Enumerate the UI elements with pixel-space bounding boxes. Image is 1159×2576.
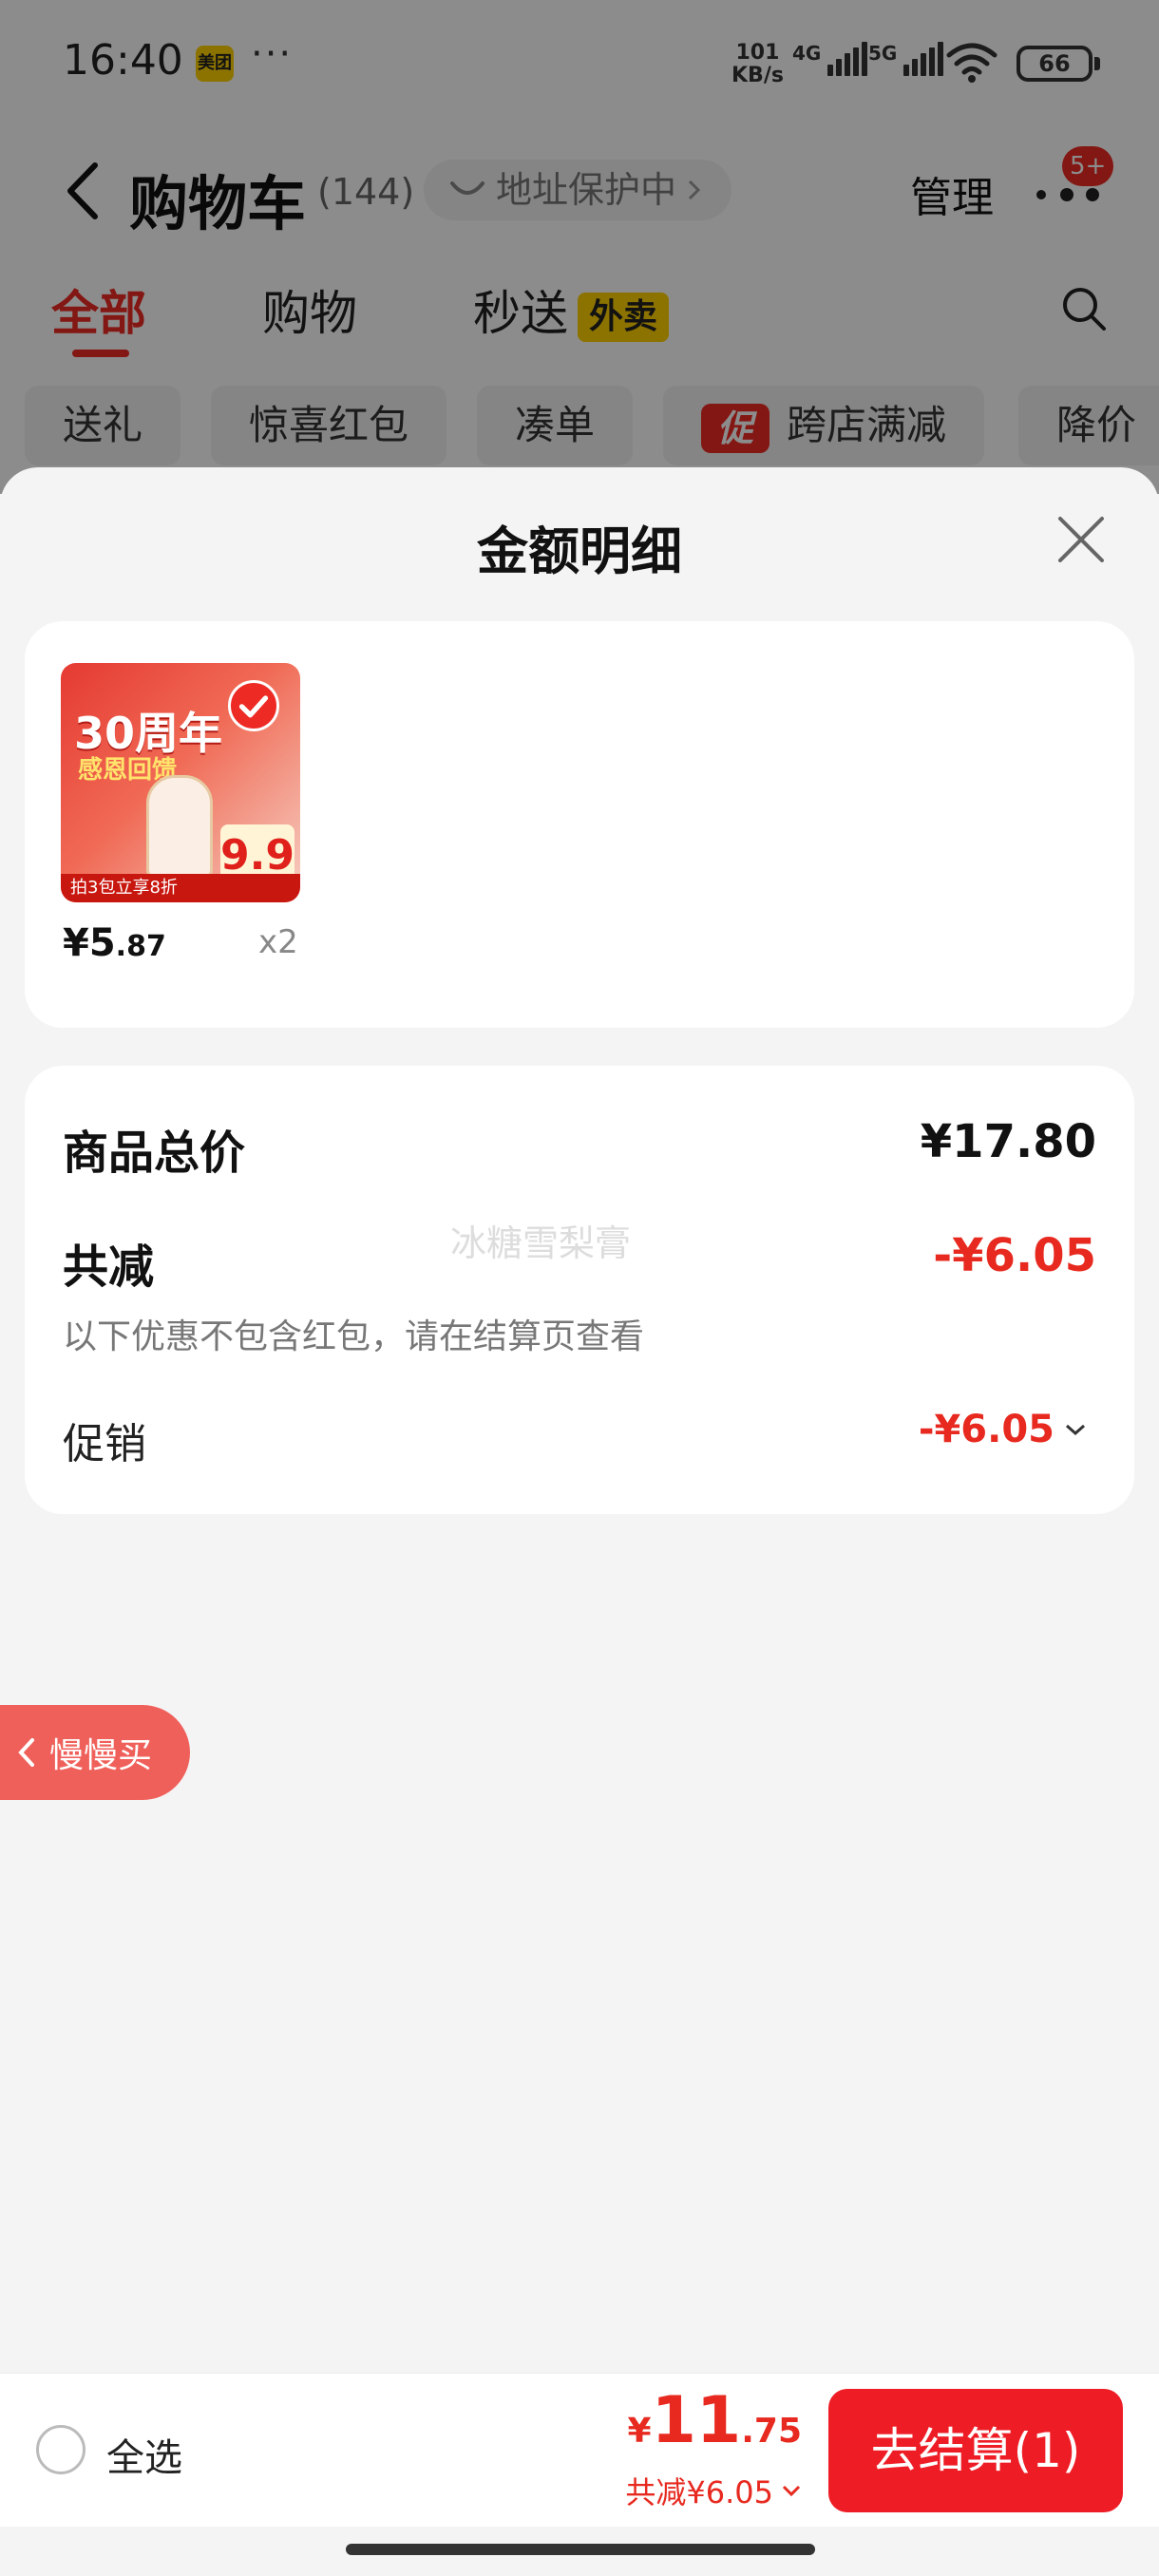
- home-indicator[interactable]: [346, 2544, 815, 2555]
- product-unit-price: ¥5.87: [63, 921, 166, 965]
- checkout-bar: 全选 ¥11.75 共减¥6.05 去结算(1): [0, 2373, 1159, 2527]
- product-quantity: x2: [258, 923, 298, 961]
- product-card: 30周年 感恩回馈 9.9 拍3包立享8折 ¥5.87 x2: [25, 621, 1134, 1028]
- promotion-value: -¥6.05: [918, 1408, 1054, 1451]
- discount-hint: 以下优惠不包含红包，请在结算页查看: [63, 1317, 645, 1356]
- close-icon[interactable]: [1053, 511, 1110, 568]
- chevron-left-icon: [18, 1738, 34, 1767]
- modal-overlay[interactable]: [0, 0, 1159, 494]
- select-all-label[interactable]: 全选: [106, 2427, 182, 2482]
- product-price-dec: .87: [115, 930, 166, 963]
- discount-value: -¥6.05: [933, 1229, 1096, 1282]
- promotion-value-toggle[interactable]: -¥6.05: [919, 1408, 1087, 1451]
- price-summary-card: 商品总价 ¥17.80 冰糖雪梨膏 共减 -¥6.05 以下优惠不包含红包，请在…: [25, 1066, 1134, 1514]
- checkout-total: ¥11.75: [628, 2383, 802, 2458]
- discount-label: 共减: [63, 1241, 155, 1294]
- amount-detail-sheet: 金额明细 30周年 感恩回馈 9.9 拍3包立享8折 ¥5.87 x2 商品总价: [0, 467, 1159, 2576]
- slow-buy-label: 慢慢买: [49, 1736, 153, 1775]
- sheet-title: 金额明细: [477, 521, 682, 581]
- total-dec: .75: [741, 2412, 802, 2451]
- select-all-radio[interactable]: [36, 2425, 86, 2474]
- product-image[interactable]: 30周年 感恩回馈 9.9 拍3包立享8折: [61, 663, 300, 902]
- checkout-button[interactable]: 去结算(1): [828, 2389, 1123, 2512]
- watermark-text: 冰糖雪梨膏: [450, 1222, 632, 1264]
- total-price-label: 商品总价: [63, 1127, 246, 1180]
- product-price-int: ¥5: [63, 921, 116, 965]
- total-discount-toggle[interactable]: 共减¥6.05: [625, 2469, 802, 2512]
- total-discount-text: 共减¥6.05: [625, 2474, 773, 2510]
- selected-check-icon: [228, 680, 279, 731]
- chevron-down-icon: [1066, 1424, 1085, 1436]
- product-image-banner: 拍3包立享8折: [61, 874, 300, 902]
- screen: 16:40 美团 ··· 101 KB/s 4G 5G 66 购物车 (144)…: [0, 0, 1159, 2576]
- total-int: 11: [651, 2383, 742, 2458]
- total-currency: ¥: [627, 2412, 652, 2451]
- slow-buy-float-button[interactable]: 慢慢买: [0, 1705, 190, 1800]
- promotion-label: 促销: [63, 1420, 146, 1468]
- total-price-value: ¥17.80: [920, 1115, 1096, 1168]
- product-package-graphic: [146, 775, 213, 880]
- chevron-down-icon: [782, 2485, 801, 2497]
